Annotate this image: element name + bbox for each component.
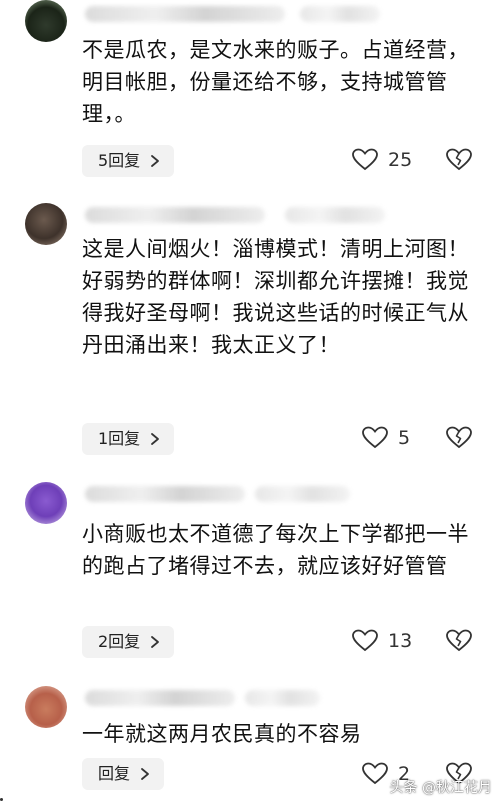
like-button[interactable]: 5 xyxy=(362,426,410,450)
heart-outline-icon xyxy=(362,762,388,785)
comment-item: 不是瓜农，是文水来的贩子。占道经营，明目帐胆，份量还给不够，支持城管管理，。 5… xyxy=(0,0,500,185)
meta-blurred xyxy=(255,486,350,502)
chevron-right-icon xyxy=(141,768,149,780)
reply-label: 5回复 xyxy=(98,151,141,170)
username-blurred xyxy=(85,6,285,22)
reply-label: 2回复 xyxy=(98,632,141,651)
comment-item: 这是人间烟火！淄博模式！清明上河图！好弱势的群体啊！深圳都允许摆摊！我觉得我好圣… xyxy=(0,195,500,470)
like-count: 13 xyxy=(388,630,413,652)
avatar[interactable] xyxy=(25,686,67,728)
reply-button[interactable]: 回复 xyxy=(82,758,165,790)
broken-heart-icon[interactable] xyxy=(446,629,472,653)
edge-dot xyxy=(0,798,3,801)
broken-heart-icon[interactable] xyxy=(446,426,472,450)
avatar[interactable] xyxy=(25,0,67,42)
broken-heart-icon[interactable] xyxy=(446,148,472,172)
username-blurred xyxy=(85,207,265,223)
like-button[interactable]: 25 xyxy=(352,148,412,172)
meta-blurred xyxy=(245,690,320,706)
reply-button[interactable]: 5回复 xyxy=(82,145,175,177)
comment-text: 这是人间烟火！淄博模式！清明上河图！好弱势的群体啊！深圳都允许摆摊！我觉得我好圣… xyxy=(82,237,469,357)
like-count: 5 xyxy=(398,427,411,449)
like-button[interactable]: 13 xyxy=(352,629,412,653)
avatar[interactable] xyxy=(25,203,67,245)
username-blurred xyxy=(85,486,245,502)
comment-text: 不是瓜农，是文水来的贩子。占道经营，明目帐胆，份量还给不够，支持城管管理，。 xyxy=(82,38,469,126)
chevron-right-icon xyxy=(151,155,160,167)
reply-button[interactable]: 1回复 xyxy=(82,423,175,455)
meta-blurred xyxy=(300,6,380,22)
heart-outline-icon xyxy=(352,148,378,171)
chevron-right-icon xyxy=(151,433,160,445)
reply-label: 1回复 xyxy=(98,429,141,448)
reply-label: 回复 xyxy=(98,764,131,783)
comment-text: 小商贩也太不道德了每次上下学都把一半的跑占了堵得过不去，就应该好好管管 xyxy=(82,522,469,578)
username-blurred xyxy=(85,690,235,706)
watermark: 头条 @秋江花月 xyxy=(389,780,492,796)
avatar[interactable] xyxy=(25,482,67,524)
chevron-right-icon xyxy=(151,636,160,648)
heart-outline-icon xyxy=(362,426,388,449)
heart-outline-icon xyxy=(352,629,378,652)
comment-text: 一年就这两月农民真的不容易 xyxy=(82,722,362,746)
comment-item: 小商贩也太不道德了每次上下学都把一半的跑占了堵得过不去，就应该好好管管 2回复 … xyxy=(0,480,500,670)
reply-button[interactable]: 2回复 xyxy=(82,626,175,658)
meta-blurred xyxy=(285,207,385,223)
like-count: 25 xyxy=(388,149,413,171)
